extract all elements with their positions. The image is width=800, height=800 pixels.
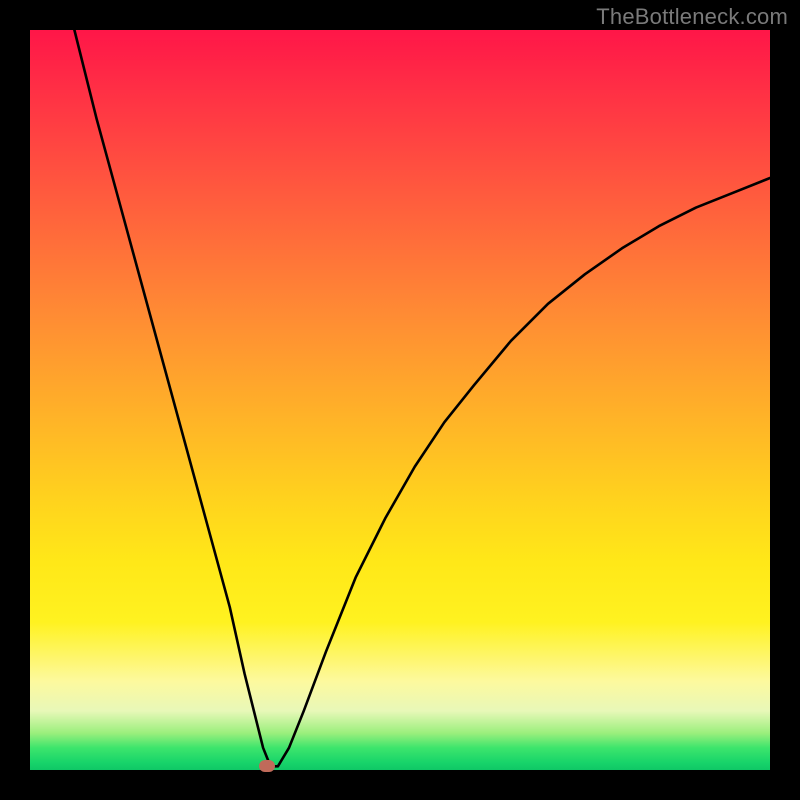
bottleneck-curve bbox=[30, 30, 770, 770]
plot-area bbox=[30, 30, 770, 770]
watermark-text: TheBottleneck.com bbox=[596, 4, 788, 30]
chart-frame: TheBottleneck.com bbox=[0, 0, 800, 800]
optimal-point-marker bbox=[259, 760, 275, 772]
